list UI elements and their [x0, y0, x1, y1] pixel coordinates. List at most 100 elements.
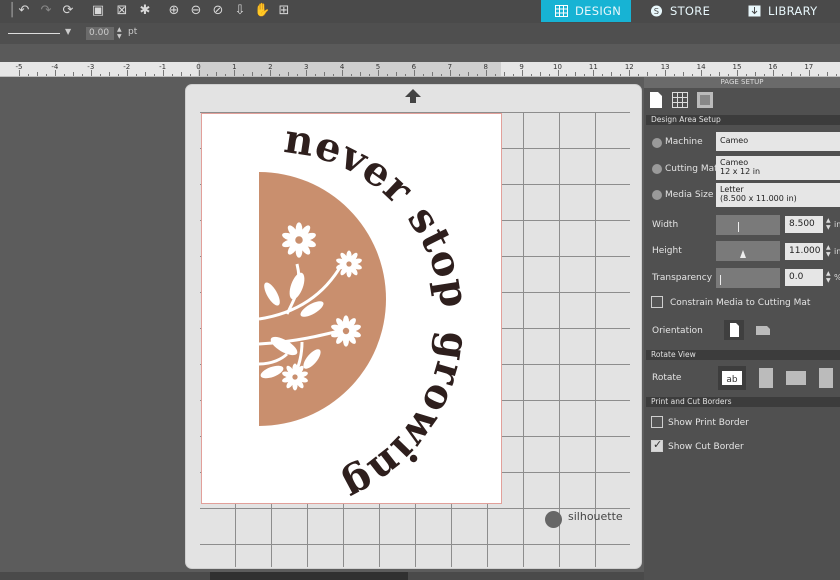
feed-direction-arrow-icon: [405, 89, 421, 103]
ruler-tick: [297, 74, 299, 76]
constrain-media-label: Constrain Media to Cutting Mat: [670, 298, 811, 308]
ruler-tick: [216, 72, 218, 76]
show-print-border-checkbox[interactable]: [651, 416, 663, 428]
width-slider-handle[interactable]: [738, 222, 739, 232]
ruler-label: 13: [660, 63, 670, 71]
ruler-tick: [360, 72, 362, 76]
select-all-icon[interactable]: ▣: [90, 3, 106, 19]
ruler-tick: [575, 72, 577, 76]
height-slider-handle[interactable]: [740, 250, 746, 258]
ruler-tick: [135, 74, 137, 76]
toolbar-gap: [0, 44, 840, 62]
height-input[interactable]: 11.000: [785, 243, 823, 260]
settings-icon[interactable]: ✱: [137, 3, 153, 19]
ruler-tick: [63, 74, 65, 76]
ruler-label: 10: [553, 63, 562, 71]
background-tab-icon[interactable]: [697, 92, 713, 108]
portrait-orientation-icon[interactable]: [724, 320, 744, 340]
media-size-select[interactable]: Letter (8.500 x 11.000 in): [716, 183, 840, 207]
rotate-180-icon[interactable]: [782, 366, 810, 390]
grid-tab-icon[interactable]: [672, 92, 688, 108]
transparency-stepper[interactable]: ▲ ▼: [826, 270, 831, 284]
rotate-90-icon[interactable]: [752, 366, 780, 390]
ruler-tick: [503, 72, 505, 76]
ruler-tick: [728, 74, 730, 76]
design-page[interactable]: never stop growing: [201, 113, 502, 511]
ruler-tick: [674, 74, 676, 76]
page-setup-tab-icon[interactable]: [648, 91, 664, 109]
width-stepper[interactable]: ▲ ▼: [826, 217, 831, 231]
transparency-slider-handle[interactable]: [720, 275, 721, 285]
landscape-orientation-icon[interactable]: [753, 320, 773, 340]
ruler-tick: [763, 74, 765, 76]
tab-library[interactable]: LIBRARY: [734, 0, 840, 22]
ruler-tick: [144, 72, 146, 76]
ruler-label: -4: [51, 63, 59, 71]
constrain-media-checkbox[interactable]: [651, 296, 663, 308]
tab-store[interactable]: S STORE: [636, 0, 732, 22]
height-stepper[interactable]: ▲ ▼: [826, 244, 831, 258]
media-size-value: Letter: [720, 185, 744, 194]
panel-title: PAGE SETUP: [644, 77, 840, 88]
flower-center: [290, 372, 300, 382]
redo-icon[interactable]: ↷: [38, 3, 54, 19]
zoom-out-icon[interactable]: ⊖: [188, 3, 204, 19]
width-input[interactable]: 8.500: [785, 216, 823, 233]
rotate-270-icon[interactable]: [812, 366, 840, 390]
ruler-tick: [548, 74, 550, 76]
transparency-input[interactable]: 0.0: [785, 269, 823, 286]
show-cut-border-checkbox[interactable]: [651, 438, 663, 452]
deselect-icon[interactable]: ⊠: [114, 3, 130, 19]
height-slider[interactable]: [716, 241, 780, 261]
ruler-tick: [611, 72, 613, 76]
refresh-icon[interactable]: ⟳: [60, 3, 76, 19]
width-unit: in: [834, 220, 840, 229]
help-icon[interactable]: [652, 138, 662, 148]
zoom-fit-icon[interactable]: ⊘: [210, 3, 226, 19]
line-width-input[interactable]: 0.00: [86, 27, 114, 40]
machine-select[interactable]: Cameo: [716, 132, 840, 151]
ruler-label: -1: [159, 63, 167, 71]
horizontal-scrollbar[interactable]: [0, 572, 644, 580]
svg-text:S: S: [654, 6, 660, 16]
ruler-tick: [81, 74, 83, 76]
design-artwork[interactable]: never stop growing: [202, 114, 501, 511]
ruler-tick: [647, 72, 649, 76]
ruler-tick: [243, 74, 245, 76]
ruler-tick: [584, 74, 586, 76]
undo-icon[interactable]: ↶: [16, 3, 32, 19]
silhouette-logo-text: silhouette: [568, 510, 623, 523]
ruler-tick: [799, 74, 801, 76]
tab-design[interactable]: DESIGN: [541, 0, 631, 22]
tab-design-label: DESIGN: [575, 4, 622, 18]
help-icon[interactable]: [652, 164, 662, 174]
ruler-tick: [225, 74, 227, 76]
ruler-tick: [386, 74, 388, 76]
rotate-0-icon[interactable]: ab: [718, 366, 746, 390]
ruler-tick: [512, 74, 514, 76]
ruler-tick: [656, 74, 658, 76]
ruler-tick: [817, 74, 819, 76]
tab-library-label: LIBRARY: [768, 4, 818, 18]
move-down-icon[interactable]: ⇩: [232, 3, 248, 19]
width-slider[interactable]: [716, 215, 780, 235]
ruler-tick: [566, 74, 568, 76]
zoom-in-icon[interactable]: ⊕: [166, 3, 182, 19]
cutting-mat-value: Cameo: [720, 158, 749, 167]
ruler-tick: [458, 74, 460, 76]
chevron-down-icon[interactable]: ▼: [65, 27, 71, 36]
ruler-label: 15: [732, 63, 742, 71]
ruler-tick: [27, 74, 29, 76]
transparency-slider[interactable]: [716, 268, 780, 288]
pan-hand-icon[interactable]: ✋: [254, 3, 270, 19]
ruler-label: 7: [447, 63, 453, 71]
show-cut-border-label: Show Cut Border: [668, 442, 744, 452]
horizontal-scrollbar-thumb[interactable]: [210, 572, 408, 580]
cutting-mat-select[interactable]: Cameo 12 x 12 in: [716, 156, 840, 180]
ruler-label: 16: [768, 63, 778, 71]
line-width-stepper[interactable]: ▲ ▼: [117, 26, 122, 40]
add-page-icon[interactable]: ⊞: [276, 3, 292, 19]
ruler-tick: [180, 72, 182, 76]
help-icon[interactable]: [652, 190, 662, 200]
line-style-preview[interactable]: [8, 33, 60, 34]
